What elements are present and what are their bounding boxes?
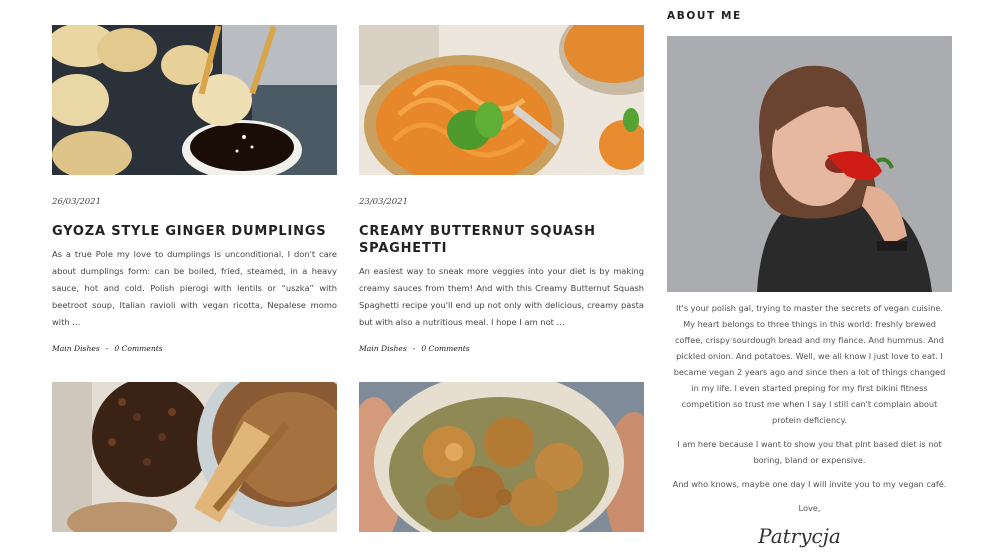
post-title[interactable]: GYOZA STYLE GINGER DUMPLINGS [52,223,337,240]
author-signature: Patrycja [758,524,841,548]
posts-grid: 26/03/2021 GYOZA STYLE GINGER DUMPLINGS … [52,25,644,553]
post-category-link[interactable]: Main Dishes [359,344,407,353]
meta-separator: - [412,344,416,353]
post-thumbnail-tiramisu[interactable] [52,382,337,532]
post-card: 26/03/2021 GYOZA STYLE GINGER DUMPLINGS … [52,25,337,353]
about-paragraph: I am here because I want to show you tha… [677,439,942,465]
post-excerpt: As a true Pole my love to dumplings is u… [52,249,337,327]
about-signoff: Love, [798,503,821,513]
post-category-link[interactable]: Main Dishes [52,344,100,353]
post-date: 23/03/2021 [359,197,408,207]
sidebar: ABOUT ME It's your polish gal, trying to… [667,0,952,548]
post-comments-link[interactable]: 0 Comments [421,344,469,353]
about-paragraph: And who knows, maybe one day I will invi… [672,479,947,489]
post-comments-link[interactable]: 0 Comments [114,344,162,353]
post-thumbnail-dumplings[interactable] [52,25,337,175]
post-card [52,382,337,532]
post-meta: Main Dishes -0 Comments [52,344,163,353]
post-excerpt: An easiest way to sneak more veggies int… [359,266,644,327]
post-date: 26/03/2021 [52,197,101,207]
meta-separator: - [105,344,109,353]
post-card: 23/03/2021 CREAMY BUTTERNUT SQUASH SPAGH… [359,25,644,353]
about-paragraph: It's your polish gal, trying to master t… [673,303,946,425]
post-card [359,382,644,532]
about-me-title: ABOUT ME [667,10,742,22]
author-photo [667,36,952,292]
post-thumbnail-meatballs[interactable] [359,382,644,532]
post-meta: Main Dishes -0 Comments [359,344,470,353]
post-title[interactable]: CREAMY BUTTERNUT SQUASH SPAGHETTI [359,223,644,257]
post-thumbnail-spaghetti[interactable] [359,25,644,175]
about-me-text: It's your polish gal, trying to master t… [667,300,952,516]
